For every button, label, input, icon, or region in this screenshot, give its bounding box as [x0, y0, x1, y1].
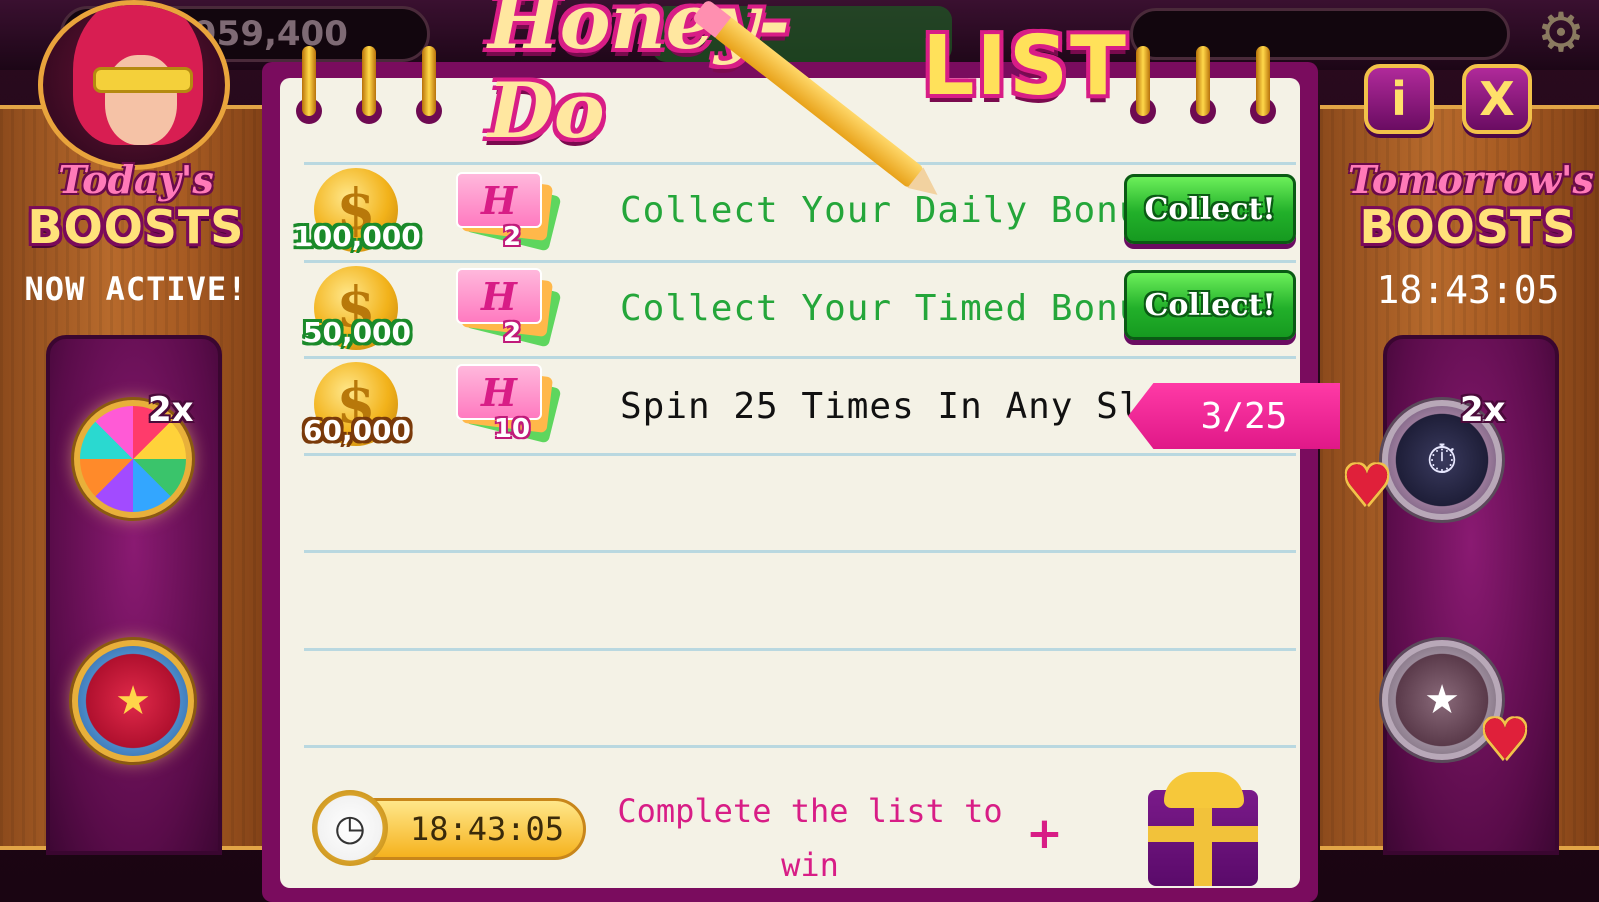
boost-status: NOW ACTIVE!: [24, 270, 248, 308]
hud-right-panel: [1130, 8, 1510, 60]
binder-ring: [1196, 46, 1210, 116]
task-progress-badge: 3/25: [1128, 383, 1340, 449]
plus-icon: +: [1026, 808, 1063, 859]
heart-lock-icon: ♥: [1479, 708, 1531, 773]
ticket-reward: 2: [502, 222, 522, 252]
binder-ring: [1256, 46, 1270, 116]
binder-ring: [1136, 46, 1150, 116]
task-label: Collect Your Timed Bonus!: [620, 288, 1187, 329]
ruled-line: [304, 745, 1296, 748]
avatar: [38, 0, 230, 170]
gift-bow: [1164, 772, 1244, 808]
coin-reward: 60,000: [302, 414, 412, 447]
multiplier-badge: 2x: [148, 390, 194, 430]
task-label: Spin 25 Times In Any Slot!: [620, 386, 1210, 427]
collect-button[interactable]: Collect!: [1124, 270, 1296, 340]
bomb-icon: ★: [72, 640, 194, 762]
sunglasses-icon: [93, 67, 193, 93]
heart-lock-icon: ♥: [1341, 454, 1393, 519]
collect-button[interactable]: Collect!: [1124, 174, 1296, 244]
ruled-line: [304, 260, 1296, 263]
multiplier-badge: 2x: [1460, 390, 1506, 430]
close-button[interactable]: X: [1462, 64, 1532, 134]
ruled-line: [304, 550, 1296, 553]
binder-ring: [422, 46, 436, 116]
tomorrow-timer: 18:43:05: [1376, 268, 1560, 312]
today-boosts-title: Today's BOOSTS: [27, 157, 245, 254]
info-button[interactable]: i: [1364, 64, 1434, 134]
tomorrow-boosts-title: Tomorrow's BOOSTS: [1348, 157, 1594, 254]
ticket-reward: 2: [502, 318, 522, 348]
binder-ring: [362, 46, 376, 116]
footer-message: Complete the list to win tomorrow's boos…: [617, 792, 1003, 902]
coin-reward: 50,000: [302, 316, 412, 349]
ruled-line: [304, 453, 1296, 456]
clock-icon: ◷: [312, 790, 388, 866]
task-label: Collect Your Daily Bonus!: [620, 190, 1187, 231]
gear-icon[interactable]: ⚙: [1530, 2, 1592, 64]
coin-reward: 100,000: [293, 220, 421, 253]
ticket-reward: 10: [493, 414, 531, 444]
ruled-line: [304, 162, 1296, 165]
binder-ring: [302, 46, 316, 116]
ruled-line: [304, 356, 1296, 359]
ruled-line: [304, 648, 1296, 651]
